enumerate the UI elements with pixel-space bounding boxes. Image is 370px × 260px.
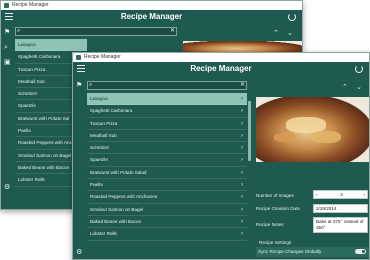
app-bar: Recipe Manager: [73, 62, 369, 77]
recipe-name: Smoked Salmon on Bagel: [18, 152, 72, 158]
creation-date-field[interactable]: 2/28/2014: [313, 204, 368, 213]
chevron-right-icon[interactable]: ›: [363, 191, 365, 198]
recipe-list-item[interactable]: Spaghetti Carbonara ›: [87, 105, 247, 118]
chevron-right-icon: ›: [241, 145, 243, 152]
recipe-name: Spaetzle: [18, 103, 36, 109]
recipe-list-item[interactable]: Smoked Salmon on Bagel ›: [87, 204, 247, 216]
recipe-name: Meatball Sub: [18, 78, 45, 84]
camera-icon[interactable]: ▣: [4, 59, 11, 66]
refresh-icon[interactable]: [355, 65, 363, 73]
chevron-right-icon: ›: [241, 218, 243, 225]
recipe-list-item[interactable]: Lobster Rolls ›: [87, 228, 247, 241]
recipe-name: Bratwurst with Potato Sal: [18, 115, 70, 121]
recipe-list-item[interactable]: Meatball Sub ›: [87, 130, 247, 143]
chevron-right-icon: ›: [241, 120, 243, 127]
chevron-down-icon[interactable]: ⌄: [356, 83, 362, 91]
recipe-list-item[interactable]: Tuscan Pizza ›: [87, 118, 247, 130]
recipe-name: Meatball Sub: [90, 132, 117, 138]
gear-icon[interactable]: ⚙: [4, 184, 10, 191]
recipe-list-item[interactable]: Lasagna ›: [87, 93, 247, 106]
search-icon: ⌕: [89, 82, 93, 88]
creation-date-label: Recipe Creation Date: [256, 206, 300, 211]
flag-icon[interactable]: ⚑: [76, 82, 82, 89]
window-title: Recipe Manager: [12, 2, 49, 8]
recipe-list-item[interactable]: Roasted Peppers with Anchovies ›: [87, 191, 247, 204]
clear-icon[interactable]: ✕: [170, 28, 175, 35]
recipe-name: Bratwurst with Potato Salad: [90, 169, 147, 175]
chevron-right-icon: ›: [241, 157, 243, 164]
search-icon: ⌕: [17, 28, 21, 34]
chevron-left-icon[interactable]: ‹: [316, 191, 318, 198]
app-title: Recipe Manager: [190, 64, 252, 73]
recipe-list: Lasagna › Spaghetti Carbonara › Tuscan Pizza…: [87, 93, 247, 241]
images-count-label: Number of Images: [256, 193, 294, 198]
recipe-name: Roasted Peppers with Anchovies: [90, 194, 158, 200]
recipe-list-item[interactable]: Spaetzle ›: [87, 154, 247, 167]
recipe-name: Lasagna: [18, 42, 36, 47]
sync-toggle[interactable]: [355, 249, 366, 254]
chevron-right-icon: ›: [241, 169, 243, 176]
chevron-right-icon: ›: [241, 108, 243, 115]
recipe-name: Schnitzel: [18, 91, 37, 97]
app-icon: [4, 3, 9, 8]
app-title: Recipe Manager: [120, 12, 183, 21]
window-title: Recipe Manager: [84, 54, 121, 60]
gear-icon[interactable]: ⚙: [76, 249, 82, 256]
images-count-stepper[interactable]: ‹ 3 ›: [313, 190, 368, 199]
recipe-list-item[interactable]: Schnitzel ›: [87, 142, 247, 155]
recipe-photo: [256, 97, 369, 162]
chevron-up-icon[interactable]: ⌃: [273, 29, 279, 37]
flag-icon[interactable]: ⚑: [4, 29, 10, 36]
recipe-name: Paella: [18, 128, 31, 134]
title-bar: Recipe Manager: [1, 1, 302, 10]
recipe-name: Smoked Salmon on Bagel: [90, 206, 144, 212]
recipe-name: Tuscan Pizza: [18, 66, 46, 72]
recipe-name: Paella: [90, 182, 103, 188]
chevron-right-icon: ›: [241, 206, 243, 213]
recipe-name: Tuscan Pizza: [90, 120, 118, 126]
clear-icon[interactable]: ✕: [240, 82, 245, 89]
recipe-name: Spaetzle: [90, 157, 108, 163]
refresh-icon[interactable]: [288, 13, 296, 21]
sync-label: Sync Recipe Changes Globally: [258, 249, 322, 254]
recipe-name: Lobster Rolls: [18, 177, 45, 183]
chevron-right-icon: ›: [241, 182, 243, 189]
recipe-list-item[interactable]: Lasagna: [15, 39, 87, 52]
search-icon[interactable]: ⌕: [4, 44, 8, 51]
recipe-name: Schnitzel: [90, 145, 109, 151]
recipe-name: Lasagna: [90, 96, 108, 101]
front-window: Recipe Manager Recipe Manager ⚑ ⚙ ⌕ ✕ La…: [72, 52, 370, 260]
search-input[interactable]: ⌕ ✕: [15, 27, 177, 36]
recipe-list-item[interactable]: Paella ›: [87, 179, 247, 192]
recipe-name: Spaghetti Carbonara: [90, 108, 133, 114]
recipe-name: Lobster Rolls: [90, 231, 117, 237]
sync-setting-row: Sync Recipe Changes Globally: [256, 247, 369, 257]
chevron-up-icon[interactable]: ⌃: [342, 83, 348, 91]
chevron-right-icon: ›: [241, 231, 243, 238]
title-bar: Recipe Manager: [73, 53, 369, 62]
recipe-name: Spaghetti Carbonara: [18, 54, 61, 60]
settings-label: Recipe Settings: [259, 240, 292, 245]
notes-field[interactable]: Bake at 375° instead of 350°: [313, 217, 368, 233]
chevron-right-icon: ›: [241, 96, 243, 102]
recipe-list-item[interactable]: Bratwurst with Potato Salad ›: [87, 167, 247, 180]
chevron-down-icon[interactable]: ⌄: [287, 29, 293, 37]
app-bar: Recipe Manager: [1, 10, 302, 25]
chevron-right-icon: ›: [241, 132, 243, 139]
recipe-name: Baked Beans with Bacon: [18, 164, 70, 170]
app-icon: [76, 55, 81, 60]
recipe-name: Baked Beans with Bacon: [90, 218, 142, 224]
notes-label: Recipe Notes: [256, 222, 284, 227]
recipe-list-item[interactable]: Baked Beans with Bacon ›: [87, 216, 247, 229]
left-rail: ⚑ ⚙: [73, 77, 85, 259]
recipe-name: Roasted Peppers with Anc: [18, 140, 72, 146]
left-rail: ⚑ ⌕ ▣ ⚙: [1, 25, 13, 209]
chevron-right-icon: ›: [241, 194, 243, 201]
list-scrollbar[interactable]: [248, 101, 251, 161]
search-input[interactable]: ⌕ ✕: [87, 81, 247, 90]
